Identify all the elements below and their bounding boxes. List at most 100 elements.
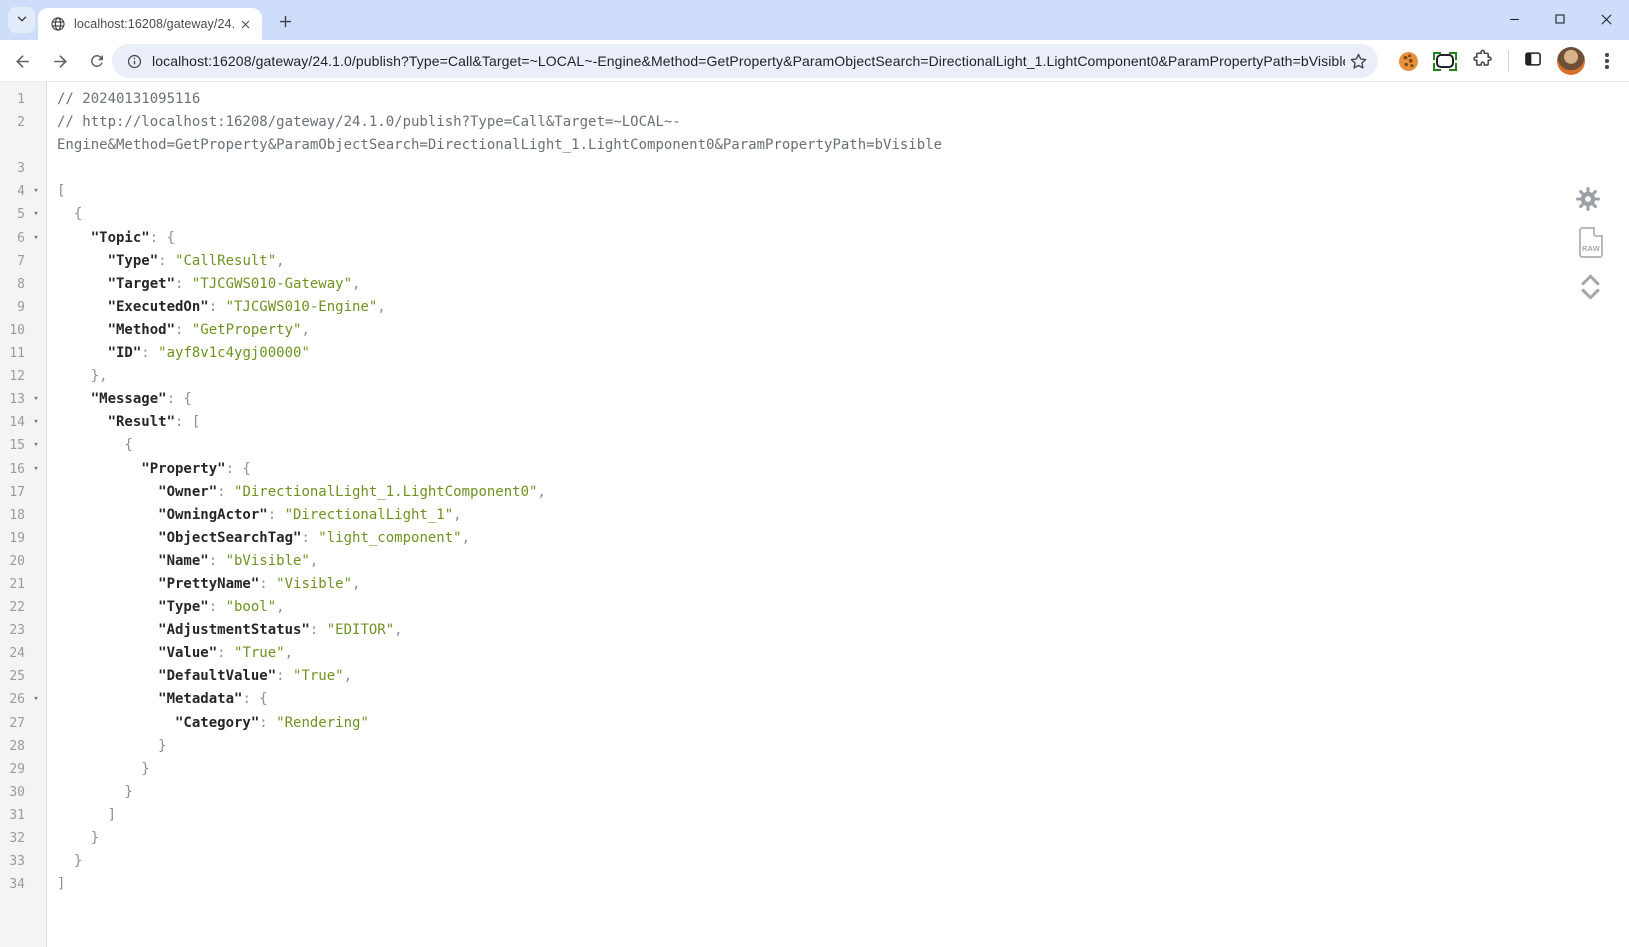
line-number: 2 (0, 111, 25, 134)
minimize-button[interactable] (1491, 0, 1537, 38)
fold-toggle-icon[interactable]: ▾ (25, 388, 47, 411)
line-number: 23 (0, 619, 25, 642)
gutter-cell: 32 (0, 827, 47, 850)
code-line: 6▾ "Topic": { (0, 227, 1629, 250)
gear-icon (1574, 200, 1602, 217)
gutter-cell: 24 (0, 642, 47, 665)
code-token: "light_component" (318, 530, 461, 546)
code-token: "AdjustmentStatus" (57, 622, 310, 638)
window-controls (1491, 0, 1629, 40)
code-text: } (47, 850, 82, 873)
kebab-menu-icon (1605, 53, 1608, 68)
code-token: } (57, 853, 82, 869)
gutter-cell: 11 (0, 342, 47, 365)
fold-toggle-icon[interactable]: ▾ (25, 434, 47, 457)
tab-search-button[interactable] (8, 7, 35, 33)
line-number: 3 (0, 157, 25, 180)
bookmark-star-icon[interactable] (1345, 48, 1371, 74)
toolbar-separator (1508, 50, 1509, 72)
code-token: } (57, 830, 99, 846)
code-token: }, (57, 368, 108, 384)
new-tab-button[interactable] (271, 7, 299, 35)
code-line: 20 "Name": "bVisible", (0, 550, 1629, 573)
profile-avatar[interactable] (1557, 47, 1585, 75)
code-token: "Visible" (276, 576, 352, 592)
address-bar[interactable]: localhost:16208/gateway/24.1.0/publish?T… (112, 44, 1378, 78)
code-token: "ObjectSearchTag" (57, 530, 301, 546)
code-line: 29 } (0, 758, 1629, 781)
code-text: ] (47, 804, 116, 827)
fold-toggle-icon[interactable]: ▾ (25, 227, 47, 250)
extensions-button[interactable] (1468, 47, 1496, 75)
code-token: : { (226, 461, 251, 477)
code-token: ] (57, 807, 116, 823)
fold-spacer (25, 504, 47, 527)
gutter-cell: 5▾ (0, 203, 47, 226)
line-number: 13 (0, 388, 25, 411)
fold-spacer (25, 319, 47, 342)
scroll-down-button[interactable] (1580, 288, 1601, 301)
active-tab[interactable]: localhost:16208/gateway/24.1.0 (38, 8, 262, 40)
raw-view-button[interactable]: RAW (1579, 227, 1603, 258)
code-line: 12 }, (0, 365, 1629, 388)
forward-button[interactable] (46, 47, 74, 75)
code-text: }, (47, 365, 108, 388)
close-button[interactable] (1583, 0, 1629, 38)
code-line: 30 } (0, 781, 1629, 804)
code-text: "Type": "bool", (47, 596, 285, 619)
line-number: 14 (0, 411, 25, 434)
browser-menu-button[interactable] (1593, 47, 1621, 75)
code-token: Engine&Method=GetProperty&ParamObjectSea… (57, 137, 942, 153)
code-line: 4▾[ (0, 180, 1629, 203)
gutter-cell: 21 (0, 573, 47, 596)
code-token: : (301, 530, 318, 546)
fold-toggle-icon[interactable]: ▾ (25, 180, 47, 203)
code-line: 13▾ "Message": { (0, 388, 1629, 411)
line-number: 5 (0, 203, 25, 226)
fold-spacer (25, 481, 47, 504)
reload-button[interactable] (83, 47, 111, 75)
code-token: , (453, 507, 461, 523)
side-panel-button[interactable] (1519, 47, 1547, 75)
code-line: 32 } (0, 827, 1629, 850)
scroll-up-button[interactable] (1580, 273, 1601, 286)
screenshot-extension-icon[interactable] (1431, 47, 1459, 75)
line-number: 18 (0, 504, 25, 527)
code-line: 16▾ "Property": { (0, 458, 1629, 481)
fold-toggle-icon[interactable]: ▾ (25, 458, 47, 481)
line-number: 34 (0, 873, 25, 896)
code-text: "Owner": "DirectionalLight_1.LightCompon… (47, 481, 546, 504)
code-token: : (209, 553, 226, 569)
back-button[interactable] (8, 47, 36, 75)
code-line: 33 } (0, 850, 1629, 873)
code-token: : { (242, 691, 267, 707)
code-token: : (276, 668, 293, 684)
gutter-cell: 30 (0, 781, 47, 804)
code-token: { (57, 206, 82, 222)
viewer-settings-button[interactable] (1574, 185, 1602, 213)
fold-toggle-icon[interactable]: ▾ (25, 203, 47, 226)
gutter-cell: 16▾ (0, 458, 47, 481)
code-text: } (47, 781, 133, 804)
code-token: // http://localhost:16208/gateway/24.1.0… (57, 114, 681, 130)
code-token: , (377, 299, 385, 315)
code-text: // 20240131095116 (47, 88, 200, 111)
code-token: , (462, 530, 470, 546)
fold-spacer (25, 827, 47, 850)
tab-close-icon[interactable] (236, 15, 254, 33)
chevron-down-icon (15, 12, 29, 29)
url-text[interactable]: localhost:16208/gateway/24.1.0/publish?T… (152, 53, 1345, 69)
code-token: "TJCGWS010-Engine" (226, 299, 378, 315)
code-text: "Value": "True", (47, 642, 293, 665)
site-info-icon[interactable] (121, 48, 147, 74)
cookie-extension-icon[interactable] (1394, 47, 1422, 75)
fold-toggle-icon[interactable]: ▾ (25, 411, 47, 434)
code-line: Engine&Method=GetProperty&ParamObjectSea… (0, 134, 1629, 157)
fold-toggle-icon[interactable]: ▾ (25, 688, 47, 711)
line-number: 32 (0, 827, 25, 850)
chevron-down-icon (1580, 288, 1601, 305)
code-line: 7 "Type": "CallResult", (0, 250, 1629, 273)
code-token: "DefaultValue" (57, 668, 276, 684)
maximize-button[interactable] (1537, 0, 1583, 38)
code-token: "GetProperty" (192, 322, 302, 338)
